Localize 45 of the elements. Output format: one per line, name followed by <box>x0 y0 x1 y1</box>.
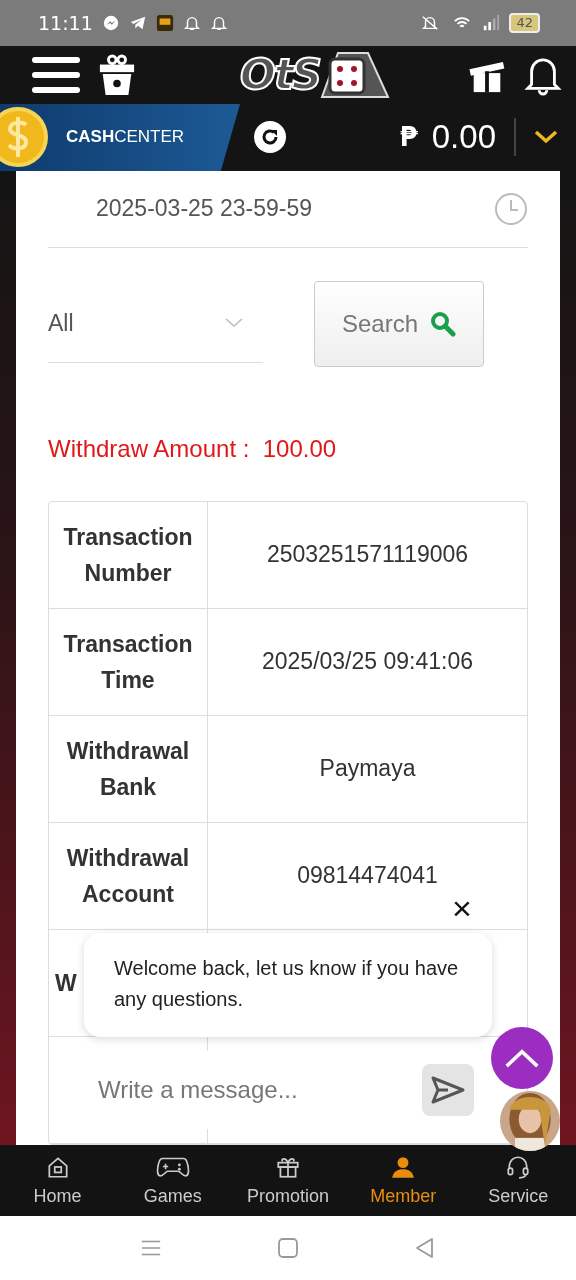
search-icon <box>430 310 456 337</box>
currency-symbol: ₱ <box>399 122 418 153</box>
logo-text: OtS <box>240 50 320 99</box>
bell-icon <box>182 14 201 32</box>
send-button[interactable] <box>422 1063 474 1116</box>
send-icon <box>431 1074 465 1105</box>
status-time: 11:11 <box>38 12 93 34</box>
nav-tab[interactable]: Games <box>117 1144 228 1216</box>
table-header-cell: Transaction Time <box>49 608 208 715</box>
nav-tab[interactable]: Home <box>2 1144 113 1216</box>
refresh-icon[interactable] <box>254 121 286 154</box>
app-icon <box>155 14 174 32</box>
menu-icon[interactable] <box>32 54 80 95</box>
table-cell: Paymaya <box>319 755 416 783</box>
cash-center-label: CASHCENTER <box>66 127 185 148</box>
chat-message: Welcome back, let us know if you have any questions. <box>84 932 492 1037</box>
clock-icon <box>494 191 528 226</box>
search-button[interactable]: Search <box>314 280 484 367</box>
dice-logo-icon <box>320 50 390 99</box>
battery-level: 42 <box>509 13 540 33</box>
table-cell: 09814474041 <box>297 862 438 890</box>
nav-tab[interactable]: Member <box>348 1144 459 1216</box>
balance-amount: 0.00 <box>431 118 496 157</box>
table-cell: 2025/03/25 09:41:06 <box>261 648 473 676</box>
messenger-icon <box>101 14 120 32</box>
chevron-down-icon <box>225 318 243 329</box>
withdraw-amount: Withdraw Amount : 100.00 <box>48 434 338 463</box>
bell-icon <box>209 14 228 32</box>
cash-center-banner[interactable]: CASHCENTER <box>0 103 240 171</box>
table-header-cell: Transaction Number <box>49 501 208 608</box>
chevron-down-icon[interactable] <box>534 130 558 145</box>
type-select[interactable]: All <box>48 284 263 363</box>
table-header-cell: Withdrawal Account <box>49 822 208 929</box>
end-date-field[interactable]: 2025-03-25 23-59-59 <box>48 170 528 248</box>
back-icon[interactable] <box>414 1236 436 1259</box>
home-square-icon[interactable] <box>277 1236 299 1259</box>
telegram-icon <box>128 14 147 32</box>
headset-icon <box>505 1153 532 1180</box>
table-header-cell: Withdrawal Bank <box>49 715 208 822</box>
nav-tab[interactable]: Service <box>463 1144 574 1216</box>
table-cell: 2503251571119006 <box>266 541 469 569</box>
signal-icon <box>482 14 501 32</box>
close-button[interactable]: × <box>452 890 472 925</box>
nav-tab[interactable]: Promotion <box>232 1144 343 1216</box>
gift-box-icon[interactable] <box>98 53 136 96</box>
